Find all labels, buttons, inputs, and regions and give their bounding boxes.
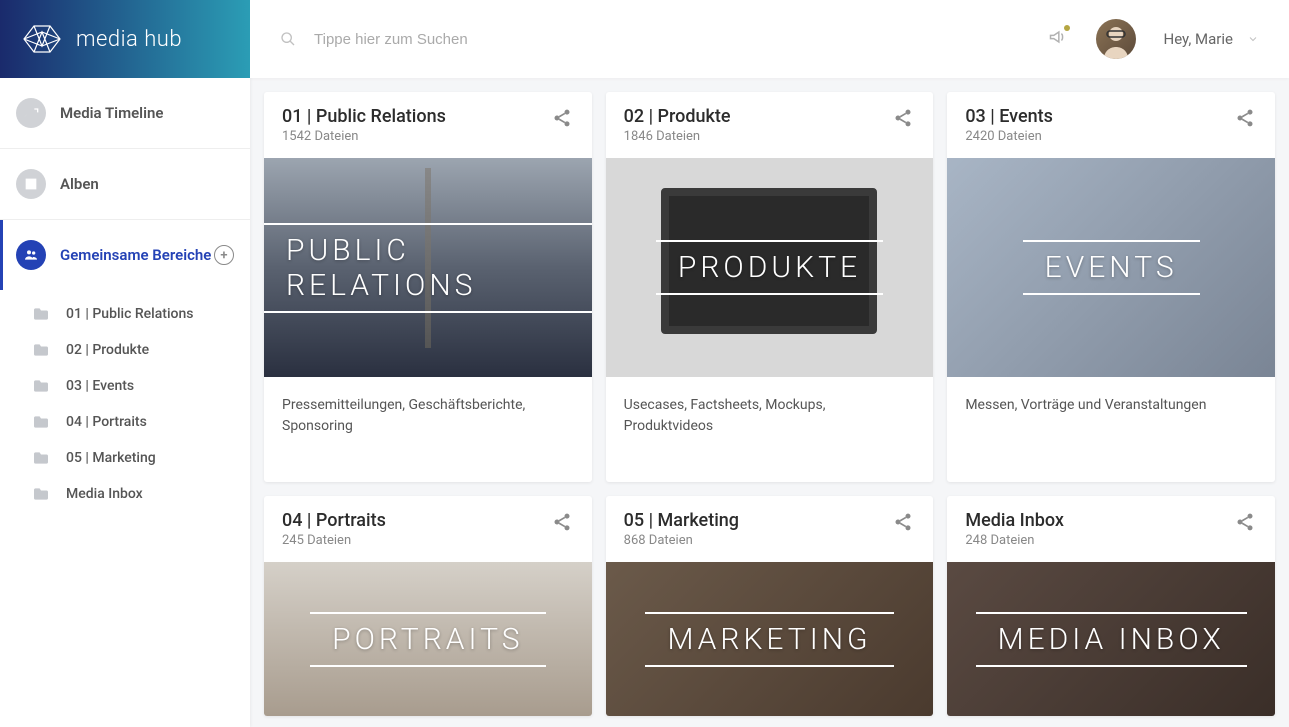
sidebar-item-3[interactable]: 04 | Portraits xyxy=(0,404,250,440)
card-cover: MEDIA INBOX xyxy=(947,562,1275,716)
sidebar-item-4[interactable]: 05 | Marketing xyxy=(0,440,250,476)
sidebar-item-1[interactable]: 02 | Produkte xyxy=(0,332,250,368)
card-title: 01 | Public Relations xyxy=(282,106,446,127)
folder-icon xyxy=(32,415,50,429)
sidebar-item-label: 05 | Marketing xyxy=(66,450,156,466)
folder-icon xyxy=(32,451,50,465)
timeline-icon xyxy=(16,98,46,128)
card-title: Media Inbox xyxy=(965,510,1064,531)
album-card[interactable]: 05 | Marketing 868 Dateien MARKETING xyxy=(606,496,934,716)
folder-icon xyxy=(32,487,50,501)
album-card[interactable]: Media Inbox 248 Dateien MEDIA INBOX xyxy=(947,496,1275,716)
card-cover: MARKETING xyxy=(606,562,934,716)
nav-albums[interactable]: Alben xyxy=(0,149,250,219)
card-file-count: 245 Dateien xyxy=(282,533,386,548)
card-cover: PORTRAITS xyxy=(264,562,592,716)
card-file-count: 868 Dateien xyxy=(624,533,739,548)
share-button[interactable] xyxy=(1233,510,1257,538)
brand-name: media hub xyxy=(76,27,182,52)
sidebar: media hub Media Timeline Alben Gemeinsam… xyxy=(0,0,250,727)
nav-timeline[interactable]: Media Timeline xyxy=(0,78,250,148)
people-icon xyxy=(16,240,46,270)
card-title: 04 | Portraits xyxy=(282,510,386,531)
album-card[interactable]: 01 | Public Relations 1542 Dateien PUBLIC … xyxy=(264,92,592,482)
card-file-count: 2420 Dateien xyxy=(965,129,1053,144)
search-input[interactable] xyxy=(314,31,714,48)
card-title: 02 | Produkte xyxy=(624,106,731,127)
user-greeting: Hey, Marie xyxy=(1164,30,1234,48)
card-description: Usecases, Factsheets, Mockups, Produktvi… xyxy=(606,377,934,482)
sidebar-item-label: 02 | Produkte xyxy=(66,342,149,358)
sidebar-item-label: 03 | Events xyxy=(66,378,134,394)
card-title: 05 | Marketing xyxy=(624,510,739,531)
card-file-count: 248 Dateien xyxy=(965,533,1064,548)
nav-timeline-label: Media Timeline xyxy=(60,104,163,122)
card-grid: 01 | Public Relations 1542 Dateien PUBLIC … xyxy=(264,92,1275,716)
album-card[interactable]: 03 | Events 2420 Dateien EVENTS Messen, Vor… xyxy=(947,92,1275,482)
album-card[interactable]: 02 | Produkte 1846 Dateien PRODUKTE Usecase… xyxy=(606,92,934,482)
sidebar-item-2[interactable]: 03 | Events xyxy=(0,368,250,404)
folder-icon xyxy=(32,307,50,321)
album-card[interactable]: 04 | Portraits 245 Dateien PORTRAITS xyxy=(264,496,592,716)
sidebar-item-label: Media Inbox xyxy=(66,486,143,502)
brand[interactable]: media hub xyxy=(0,0,250,78)
sidebar-item-label: 04 | Portraits xyxy=(66,414,147,430)
chevron-down-icon xyxy=(1247,33,1259,45)
content-area: 01 | Public Relations 1542 Dateien PUBLIC … xyxy=(250,78,1289,727)
search xyxy=(280,31,1048,48)
user-avatar[interactable] xyxy=(1096,19,1136,59)
folder-icon xyxy=(32,343,50,357)
card-overlay-label: PRODUKTE xyxy=(656,240,883,295)
card-description: Messen, Vorträge und Veranstaltungen xyxy=(947,377,1275,482)
search-icon xyxy=(280,31,296,47)
notification-dot xyxy=(1064,25,1070,31)
sidebar-item-0[interactable]: 01 | Public Relations xyxy=(0,296,250,332)
sidebar-item-5[interactable]: Media Inbox xyxy=(0,476,250,512)
user-menu[interactable]: Hey, Marie xyxy=(1164,30,1260,48)
card-overlay-label: MARKETING xyxy=(645,612,893,667)
topbar: Hey, Marie xyxy=(250,0,1289,78)
card-overlay-label: MEDIA INBOX xyxy=(976,612,1247,667)
sidebar-item-label: 01 | Public Relations xyxy=(66,306,193,322)
notifications-button[interactable] xyxy=(1048,27,1068,51)
card-file-count: 1542 Dateien xyxy=(282,129,446,144)
card-cover: PRODUKTE xyxy=(606,158,934,377)
card-file-count: 1846 Dateien xyxy=(624,129,731,144)
card-overlay-label: EVENTS xyxy=(1023,240,1200,295)
logo-icon xyxy=(20,20,64,58)
share-button[interactable] xyxy=(891,106,915,134)
avatar-icon xyxy=(1096,19,1136,59)
nav-shared-label: Gemeinsame Bereiche xyxy=(60,246,211,264)
share-button[interactable] xyxy=(550,106,574,134)
card-overlay-label: PORTRAITS xyxy=(310,612,545,667)
card-title: 03 | Events xyxy=(965,106,1053,127)
card-cover: PUBLIC RELATIONS xyxy=(264,158,592,377)
card-description: Pressemitteilungen, Geschäftsberichte, S… xyxy=(264,377,592,482)
shared-sublist: 01 | Public Relations 02 | Produkte 03 | E… xyxy=(0,290,250,528)
nav-albums-label: Alben xyxy=(60,175,99,193)
albums-icon xyxy=(16,169,46,199)
nav-shared-areas[interactable]: Gemeinsame Bereiche + xyxy=(0,220,250,290)
share-button[interactable] xyxy=(550,510,574,538)
add-shared-button[interactable]: + xyxy=(214,245,234,265)
card-cover: EVENTS xyxy=(947,158,1275,377)
share-button[interactable] xyxy=(1233,106,1257,134)
card-overlay-label: PUBLIC RELATIONS xyxy=(264,223,592,313)
folder-icon xyxy=(32,379,50,393)
share-button[interactable] xyxy=(891,510,915,538)
